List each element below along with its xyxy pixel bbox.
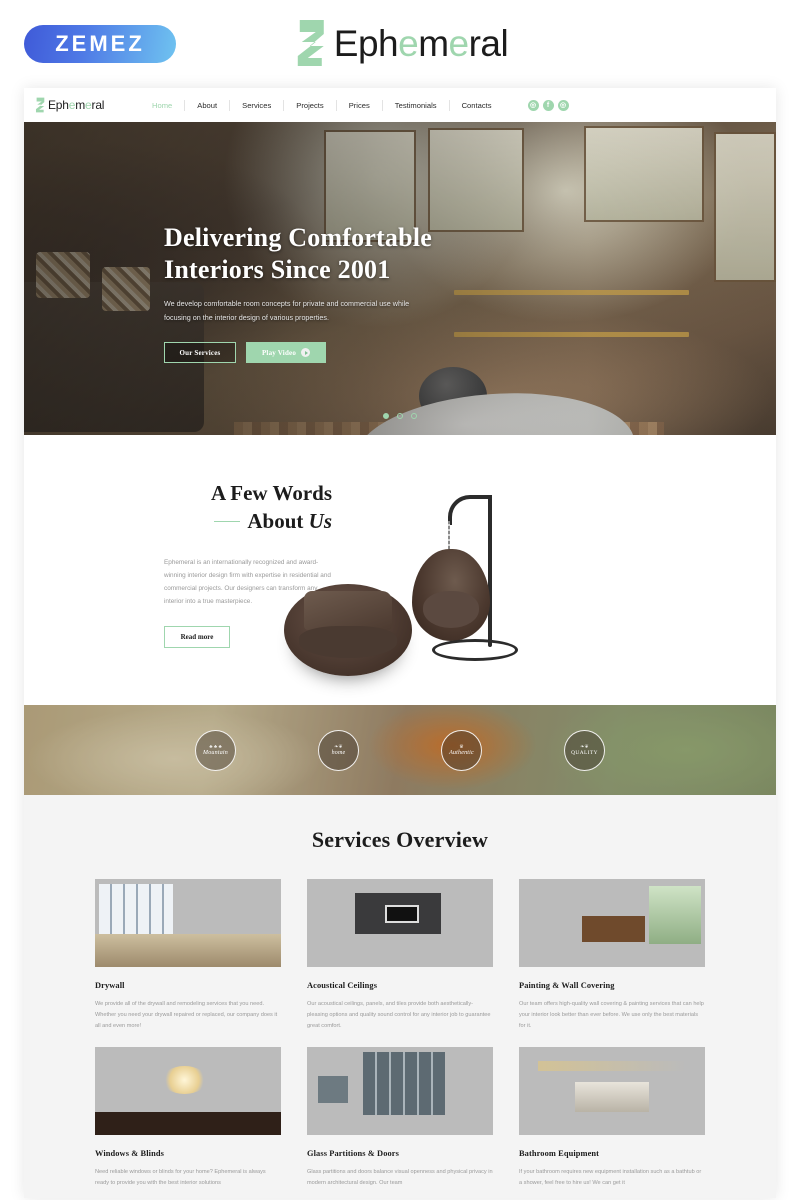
service-card[interactable]: Acoustical Ceilings Our acoustical ceili… [307,879,493,1033]
carousel-dots [24,413,776,419]
service-description: If your bathroom requires new equipment … [519,1168,702,1186]
play-video-label: Play Video [261,348,297,357]
modern-lounge-photo [307,879,493,967]
nav-brand-logo[interactable]: Ephemeral [34,97,130,113]
service-title: Painting & Wall Covering [519,981,615,990]
kitchen-dining-photo [519,879,705,967]
read-more-button[interactable]: Read more [164,626,230,649]
service-title: Acoustical Ceilings [307,981,378,990]
about-image [274,479,776,676]
nav-item-contacts[interactable]: Contacts [448,99,504,111]
service-title: Drywall [95,981,125,990]
service-title: Windows & Blinds [95,1148,164,1158]
service-card[interactable]: Glass Partitions & Doors Glass partition… [307,1046,493,1189]
nav-social-links: ◎ f ◎ [527,99,569,111]
carousel-dot-2[interactable] [397,413,403,419]
attic-bedroom-photo [95,1046,281,1135]
site-frame: Ephemeral Home About Services Projects P… [24,88,776,1198]
play-video-button[interactable]: Play Video [246,342,326,364]
service-description: Our team offers high-quality wall coveri… [519,1001,704,1030]
hero-carousel: Delivering Comfortable Interiors Since 2… [24,122,776,435]
page-root: ZEMEZ Ephemeral Ephemeral Home About Ser… [0,0,800,1200]
hero-buttons: Our Services Play Video [164,342,494,364]
hero-subtitle: We develop comfortable room concepts for… [164,299,410,322]
service-description: Need reliable windows or blinds for your… [95,1168,266,1186]
nav-item-testimonials[interactable]: Testimonials [381,99,449,111]
home-badge: ❧❦ home [318,729,359,771]
zemez-logo-text: ZEMEZ [55,31,145,56]
instagram-icon[interactable]: ◎ [527,99,539,111]
rattan-round-chair-image [284,584,412,676]
carousel-dot-1[interactable] [383,413,389,419]
service-card[interactable]: Drywall We provide all of the drywall an… [95,879,281,1033]
google-plus-icon[interactable]: ◎ [557,99,569,111]
services-grid: Drywall We provide all of the drywall an… [95,879,705,1189]
carousel-dot-3[interactable] [411,413,417,419]
brand-wordmark: Ephemeral [333,22,509,64]
main-navigation: Ephemeral Home About Services Projects P… [24,88,776,122]
top-bar: ZEMEZ Ephemeral [0,0,800,88]
heading-rule [214,520,241,523]
ephemeral-mark-small-icon [35,97,45,113]
nav-item-services[interactable]: Services [229,99,283,111]
our-services-button[interactable]: Our Services [164,342,236,364]
nav-item-projects[interactable]: Projects [283,99,335,111]
service-title: Glass Partitions & Doors [307,1148,399,1158]
nav-item-prices[interactable]: Prices [335,99,382,111]
dark-bathroom-photo [519,1046,705,1135]
zemez-logo[interactable]: ZEMEZ [24,25,176,63]
service-description: Glass partitions and doors balance visua… [307,1168,493,1186]
services-section: Services Overview Drywall We provide all… [24,795,776,1198]
play-icon [301,348,311,358]
ephemeral-mark-icon [297,20,324,66]
service-card[interactable]: Windows & Blinds Need reliable windows o… [95,1046,281,1189]
mountain-badge: ♣ ♣ ♣ Mountain [195,729,236,771]
service-description: Our acoustical ceilings, panels, and til… [307,1001,491,1030]
hero-content: Delivering Comfortable Interiors Since 2… [164,222,494,364]
services-title: Services Overview [311,827,489,852]
hero-title-line1: Delivering Comfortable [164,223,432,252]
service-card[interactable]: Painting & Wall Covering Our team offers… [519,879,705,1033]
living-room-photo [95,879,281,967]
hero-title: Delivering Comfortable Interiors Since 2… [164,222,494,285]
service-description: We provide all of the drywall and remode… [95,1001,278,1030]
nav-item-about[interactable]: About [184,99,229,111]
hanging-egg-chair-image [412,491,524,676]
service-card[interactable]: Bathroom Equipment If your bathroom requ… [519,1046,705,1189]
nav-item-home[interactable]: Home [140,100,184,111]
nav-links: Home About Services Projects Prices Test… [140,99,504,111]
about-section: A Few Words About Us Ephemeral is an int… [24,435,776,705]
hero-title-line2: Interiors Since 2001 [164,254,391,284]
nav-brand-text: Ephemeral [48,98,105,112]
facebook-icon[interactable]: f [542,99,554,111]
service-title: Bathroom Equipment [519,1148,600,1158]
authentic-badge: ♛ Authentic [441,729,482,771]
brand-logo-large[interactable]: Ephemeral [292,18,509,68]
glass-partition-photo [307,1046,493,1135]
badges-band: ♣ ♣ ♣ Mountain ❧❦ home ♛ Authentic ❧❦ QU… [24,705,776,795]
quality-badge: ❧❦ QUALITY [564,729,605,771]
